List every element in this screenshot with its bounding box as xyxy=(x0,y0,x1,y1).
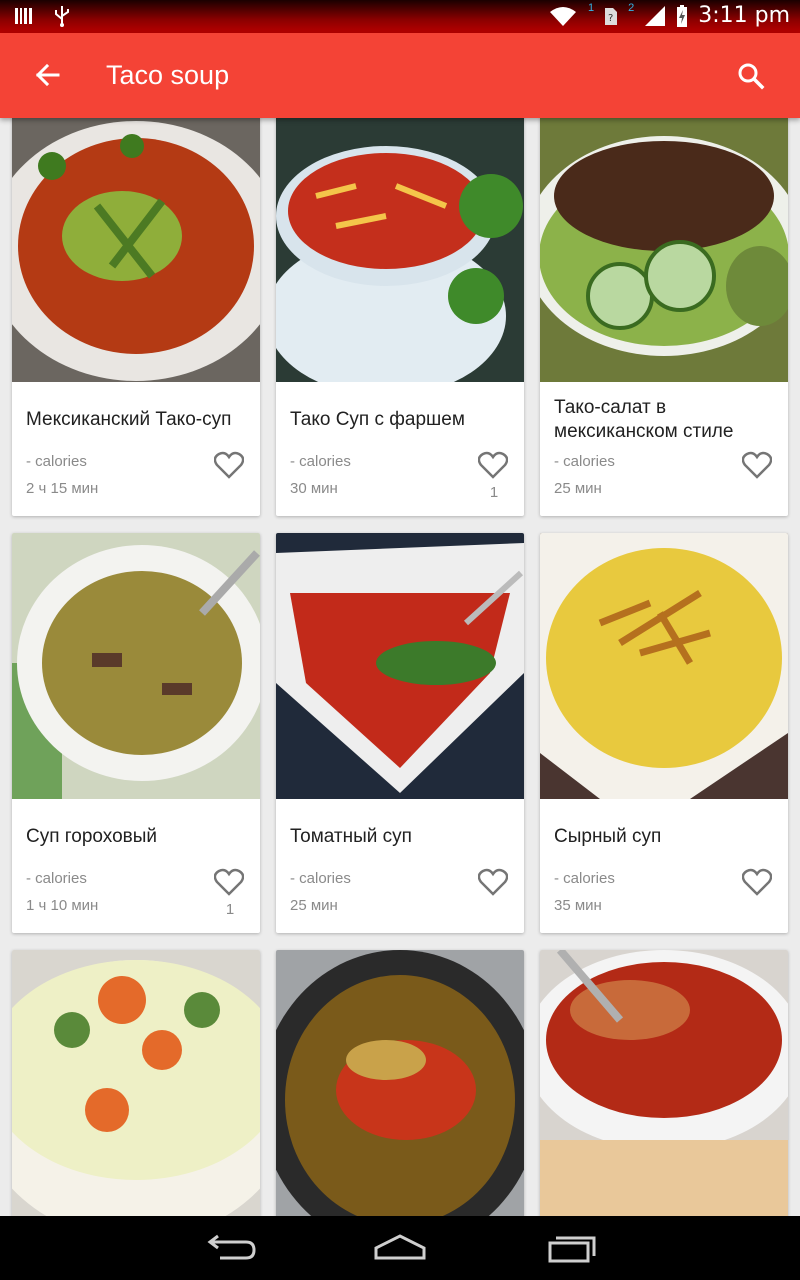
sim-icon: ? xyxy=(605,7,618,25)
recipe-calories: - calories xyxy=(290,453,351,470)
recipe-name: Суп гороховый xyxy=(26,826,158,847)
usb-icon xyxy=(55,6,69,27)
recipe-card[interactable]: Суп гороховый - calories 1 ч 10 мин 1 xyxy=(12,533,260,933)
search-icon[interactable] xyxy=(732,57,770,95)
recipe-card[interactable] xyxy=(276,950,524,1216)
recipe-time: 1 ч 10 мин xyxy=(26,897,99,914)
recipe-name: Тако-салат в мексиканском стиле xyxy=(554,397,734,442)
page-title: Taco soup xyxy=(106,60,230,90)
nav-home-icon[interactable] xyxy=(370,1230,430,1266)
like-count: 1 xyxy=(225,901,235,918)
arrow-back-icon[interactable] xyxy=(28,55,68,95)
status-bar: 1 ? 2 3:11 pm xyxy=(0,0,800,33)
recipe-photo xyxy=(540,533,788,799)
like-count: 1 xyxy=(489,484,499,501)
recipe-calories: - calories xyxy=(290,870,351,887)
heart-icon[interactable] xyxy=(478,868,508,896)
recipe-calories: - calories xyxy=(554,453,615,470)
heart-icon[interactable] xyxy=(478,451,508,479)
status-clock: 3:11 pm xyxy=(698,3,790,28)
recipe-card[interactable]: Тако-салат в мексиканском стиле - calori… xyxy=(540,118,788,516)
recipe-time: 2 ч 15 мин xyxy=(26,480,99,497)
nav-back-icon[interactable] xyxy=(200,1230,260,1266)
recipe-time: 35 мин xyxy=(554,897,602,914)
recipe-card[interactable]: Сырный суп - calories 35 мин xyxy=(540,533,788,933)
recipe-photo xyxy=(540,950,788,1216)
navigation-bar xyxy=(0,1216,800,1280)
recipe-card[interactable]: Томатный суп - calories 25 мин xyxy=(276,533,524,933)
recipe-grid: Мексиканский Тако-суп - calories 2 ч 15 … xyxy=(0,118,800,1216)
recipe-photo xyxy=(12,533,260,799)
recipe-time: 25 мин xyxy=(290,897,338,914)
recipe-calories: - calories xyxy=(26,870,87,887)
recipe-calories: - calories xyxy=(26,453,87,470)
nav-recents-icon[interactable] xyxy=(542,1230,602,1266)
recipe-photo xyxy=(12,118,260,382)
recipe-card[interactable] xyxy=(12,950,260,1216)
heart-icon[interactable] xyxy=(214,451,244,479)
heart-icon[interactable] xyxy=(742,868,772,896)
heart-icon[interactable] xyxy=(742,451,772,479)
signal-icon xyxy=(645,5,666,26)
battery-charging-icon xyxy=(677,4,688,27)
recipe-photo xyxy=(540,118,788,382)
recipe-photo xyxy=(276,118,524,382)
recipe-photo xyxy=(276,533,524,799)
recipe-photo xyxy=(12,950,260,1216)
recipe-card[interactable]: Тако Суп с фаршем - calories 30 мин 1 xyxy=(276,118,524,516)
sim2-label: 2 xyxy=(628,1,635,14)
recipe-name: Мексиканский Тако-суп xyxy=(26,409,232,430)
recipe-name: Томатный суп xyxy=(290,826,412,847)
recipe-time: 25 мин xyxy=(554,480,602,497)
app-bar: Taco soup xyxy=(0,33,800,118)
recipe-photo xyxy=(276,950,524,1216)
svg-text:?: ? xyxy=(608,13,613,24)
recipe-card[interactable]: Мексиканский Тако-суп - calories 2 ч 15 … xyxy=(12,118,260,516)
recipe-time: 30 мин xyxy=(290,480,338,497)
heart-icon[interactable] xyxy=(214,868,244,896)
recipe-card[interactable] xyxy=(540,950,788,1216)
wifi-icon xyxy=(549,6,576,26)
sim1-label: 1 xyxy=(587,1,595,14)
barcode-icon xyxy=(15,8,32,24)
recipe-name: Тако Суп с фаршем xyxy=(290,409,465,430)
recipe-calories: - calories xyxy=(554,870,615,887)
recipe-name: Сырный суп xyxy=(554,826,662,847)
